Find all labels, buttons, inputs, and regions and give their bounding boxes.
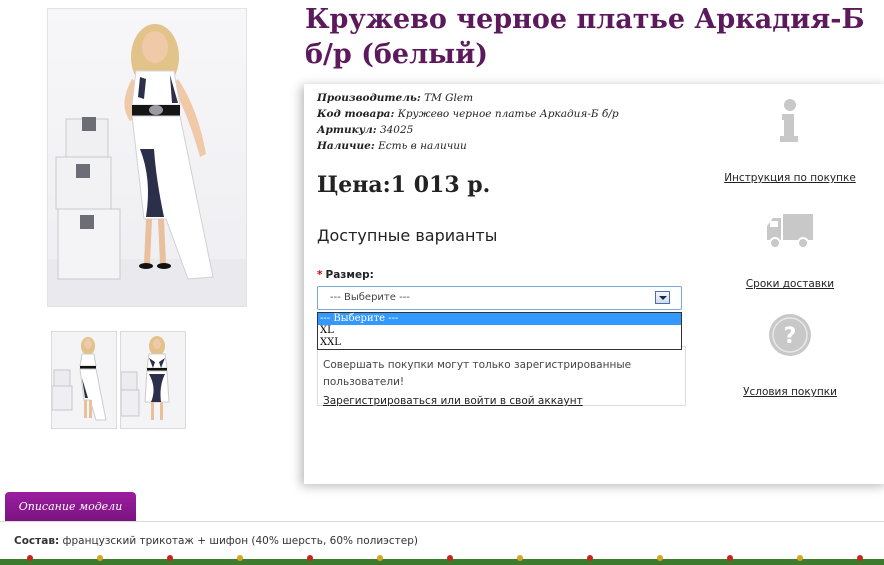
product-thumbnail-2[interactable] xyxy=(120,331,186,429)
product-page: Кружево черное платье Аркадия-Б б/р (бел… xyxy=(0,0,884,565)
composition-row: Состав: французский трикотаж + шифон (40… xyxy=(14,535,418,547)
size-option[interactable]: XL xyxy=(318,325,681,337)
composition-label: Состав: xyxy=(14,535,60,547)
thumbnail-illustration xyxy=(52,337,107,421)
info-icon[interactable] xyxy=(776,98,804,144)
login-register-link[interactable]: Зарегистрироваться или войти в свой акка… xyxy=(323,393,680,410)
login-notice-box: Совершать покупки могут только зарегистр… xyxy=(317,346,686,407)
size-dropdown-list: --- Выберите --- XL XXL xyxy=(317,312,682,350)
side-terms: ? Условия покупки xyxy=(715,312,865,398)
size-label: * Размер: xyxy=(317,269,374,281)
product-meta: Производитель: ТМ Glem Код товара: Круже… xyxy=(317,90,619,154)
product-title: Кружево черное платье Аркадия-Б б/р (бел… xyxy=(305,4,865,70)
availability-row: Наличие: Есть в наличии xyxy=(317,138,619,154)
product-main-image[interactable] xyxy=(47,8,247,307)
manufacturer-row: Производитель: ТМ Glem xyxy=(317,90,619,106)
size-label-text: Размер: xyxy=(325,269,374,281)
product-code-value: Кружево черное платье Аркадия-Б б/р xyxy=(397,108,619,120)
tab-divider xyxy=(0,521,884,522)
side-instructions: Инструкция по покупке xyxy=(715,98,865,184)
product-code-row: Код товара: Кружево черное платье Аркади… xyxy=(317,106,619,122)
dress-photo-illustration xyxy=(48,24,246,306)
required-mark: * xyxy=(317,269,323,281)
availability-value: Есть в наличии xyxy=(378,140,467,152)
product-info-panel: Производитель: ТМ Glem Код товара: Круже… xyxy=(304,84,884,484)
variants-heading: Доступные варианты xyxy=(317,226,498,245)
manufacturer-value: ТМ Glem xyxy=(424,92,474,104)
tab-description[interactable]: Описание модели xyxy=(5,492,136,522)
garland-decoration xyxy=(0,555,884,565)
side-delivery: Сроки доставки xyxy=(715,212,865,290)
thumbnail-illustration xyxy=(121,336,170,420)
svg-text:?: ? xyxy=(784,324,797,349)
sku-label: Артикул: xyxy=(317,124,377,136)
size-select-value: --- Выберите --- xyxy=(330,292,410,303)
product-code-label: Код товара: xyxy=(317,108,395,120)
product-thumbnail-1[interactable] xyxy=(51,331,117,429)
instructions-link[interactable]: Инструкция по покупке xyxy=(715,172,865,184)
sku-value: 34025 xyxy=(379,124,414,136)
manufacturer-label: Производитель: xyxy=(317,92,421,104)
login-notice-text: Совершать покупки могут только зарегистр… xyxy=(323,359,632,388)
size-option[interactable]: XXL xyxy=(318,337,681,349)
question-icon[interactable]: ? xyxy=(767,312,813,358)
delivery-link[interactable]: Сроки доставки xyxy=(715,278,865,290)
sku-row: Артикул: 34025 xyxy=(317,122,619,138)
availability-label: Наличие: xyxy=(317,140,375,152)
terms-link[interactable]: Условия покупки xyxy=(715,386,865,398)
size-select[interactable]: --- Выберите --- xyxy=(317,286,682,310)
size-option[interactable]: --- Выберите --- xyxy=(318,313,681,325)
composition-value: французский трикотаж + шифон (40% шерсть… xyxy=(62,535,419,547)
chevron-down-icon[interactable] xyxy=(655,291,670,304)
truck-icon[interactable] xyxy=(765,212,815,250)
product-price: Цена:1 013 р. xyxy=(317,172,491,198)
